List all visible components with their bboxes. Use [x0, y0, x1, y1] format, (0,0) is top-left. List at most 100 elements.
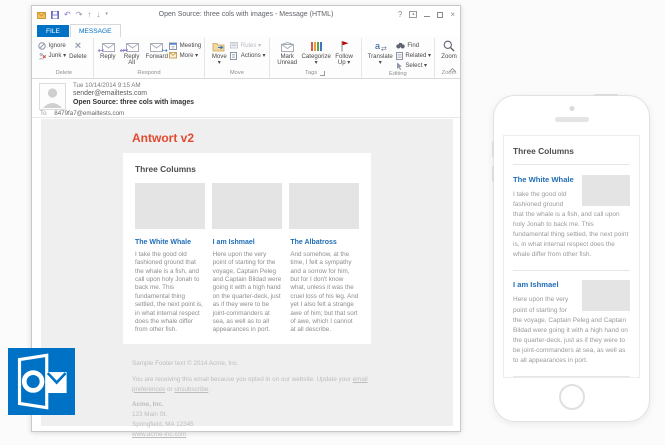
- footer-sample-text: Sample Footer text © 2014 Acme, Inc.: [132, 360, 239, 367]
- reading-pane: Antwort v2 Three Columns The White Whale…: [41, 119, 453, 438]
- column-heading[interactable]: The Albatross: [290, 239, 359, 246]
- footer-optin-text: You are receiving this email because you…: [132, 375, 368, 393]
- quick-access-toolbar: ↶ ↷ ↑ ↓ ▾: [37, 6, 108, 24]
- phone-home-button: [558, 384, 585, 410]
- move-button[interactable]: Move ▾: [208, 38, 230, 67]
- group-label-move: Move: [229, 70, 245, 76]
- ribbon-group-respond: ↩ Reply ↩↩ Reply All ↪ Forward Meeting M…: [94, 38, 206, 78]
- unsubscribe-link[interactable]: unsubscribe: [174, 386, 208, 393]
- delete-button[interactable]: × Delete: [66, 38, 90, 60]
- ribbon-display-options-icon[interactable]: ▴: [409, 11, 418, 18]
- reply-all-envelope-icon: [125, 43, 139, 52]
- categorize-icon: [310, 42, 322, 51]
- junk-button[interactable]: Junk ▾: [38, 51, 66, 60]
- email-footer: Sample Footer text © 2014 Acme, Inc. You…: [132, 359, 384, 439]
- group-label-tags: Tags: [273, 69, 358, 78]
- mark-unread-icon: [280, 42, 294, 52]
- window-controls: ? ▴ ×: [398, 10, 455, 19]
- ribbon-tabs: FILE MESSAGE: [32, 23, 460, 37]
- ribbon-group-delete: Ignore Junk ▾ × Delete Delete: [35, 38, 94, 78]
- email-columns: The White Whale I take the good old fash…: [135, 239, 359, 335]
- email-column-2: I am Ishmael Here upon the very point of…: [213, 239, 282, 335]
- zoom-button[interactable]: Zoom: [438, 38, 460, 60]
- minimize-icon[interactable]: [424, 12, 431, 17]
- svg-text:⇄: ⇄: [381, 46, 387, 52]
- image-placeholder: [582, 280, 630, 312]
- categorize-button[interactable]: Categorize ▾: [301, 38, 331, 67]
- undo-icon[interactable]: ↶: [64, 10, 71, 19]
- more-respond-button[interactable]: More ▾: [169, 51, 201, 60]
- junk-icon: [38, 52, 46, 59]
- actions-icon: [230, 51, 238, 60]
- message-to-row: To 8479fa7@emailtests.com: [40, 110, 124, 117]
- ribbon-group-editing: a ⇄ Translate ▾ Find Related ▾ Select ▾ …: [362, 38, 436, 78]
- to-label: To: [40, 110, 47, 117]
- previous-item-icon[interactable]: ↑: [87, 10, 91, 19]
- forward-button[interactable]: ↪ Forward: [145, 38, 170, 60]
- outlook-logo: [8, 348, 75, 415]
- actions-button[interactable]: Actions ▾: [230, 51, 266, 60]
- footer-street: 123 Main St.: [132, 411, 168, 418]
- translate-button[interactable]: a ⇄ Translate ▾: [365, 38, 396, 67]
- column-heading[interactable]: I am Ishmael: [213, 239, 282, 246]
- reply-button[interactable]: ↩ Reply: [97, 38, 119, 60]
- titlebar: ↶ ↷ ↑ ↓ ▾ Open Source: three cols with i…: [32, 6, 460, 23]
- message-date: Tue 10/14/2014 9:15 AM: [73, 82, 141, 89]
- phone-mockup: Three Columns The White Whale I take the…: [492, 94, 650, 422]
- footer-website-link[interactable]: www.acme-inc.com: [132, 430, 384, 440]
- group-label-respond: Respond: [137, 70, 161, 76]
- ribbon: Ignore Junk ▾ × Delete Delete ↩ Reply ↩↩…: [32, 37, 460, 79]
- delete-icon: ×: [74, 40, 82, 52]
- phone-camera-icon: [569, 106, 574, 111]
- tab-message[interactable]: MESSAGE: [69, 24, 121, 37]
- translate-icon: a ⇄: [375, 41, 387, 52]
- meeting-button[interactable]: Meeting: [169, 41, 201, 50]
- image-placeholder: [289, 183, 359, 229]
- footer-company: Acme, Inc.: [132, 401, 164, 409]
- help-button[interactable]: ?: [398, 10, 402, 19]
- close-icon[interactable]: ×: [450, 10, 455, 19]
- zoom-magnifier-icon: [443, 40, 455, 52]
- customize-qat-icon[interactable]: ▾: [105, 12, 108, 17]
- select-button[interactable]: Select ▾: [396, 61, 431, 70]
- follow-up-button[interactable]: Follow Up ▾: [331, 38, 358, 67]
- reply-all-button[interactable]: ↩↩ Reply All: [119, 38, 145, 67]
- save-icon[interactable]: [51, 6, 59, 24]
- mark-unread-button[interactable]: Mark Unread: [273, 38, 302, 67]
- related-button[interactable]: Related ▾: [395, 51, 431, 60]
- tab-file[interactable]: FILE: [37, 25, 69, 37]
- find-binoculars-icon: [396, 43, 405, 49]
- ignore-button[interactable]: Ignore: [38, 41, 66, 50]
- email-image-row: [135, 183, 359, 229]
- outlook-message-window: ↶ ↷ ↑ ↓ ▾ Open Source: three cols with i…: [31, 5, 461, 438]
- move-folder-icon: [212, 43, 225, 52]
- image-placeholder: [135, 183, 205, 229]
- email-column-1: The White Whale I take the good old fash…: [135, 239, 204, 335]
- next-item-icon[interactable]: ↓: [96, 10, 100, 19]
- phone-section-2: I am Ishmael Here upon the very point of…: [513, 271, 630, 377]
- mail-icon[interactable]: [37, 6, 46, 24]
- column-heading[interactable]: The White Whale: [135, 239, 204, 246]
- email-title: Antwort v2: [132, 131, 195, 145]
- tags-dialog-launcher-icon[interactable]: [320, 70, 326, 76]
- ribbon-group-tags: Mark Unread Categorize ▾ Follow Up ▾ Tag…: [270, 38, 362, 78]
- footer-address: Acme, Inc. 123 Main St. Springfield, MA …: [132, 400, 384, 439]
- select-cursor-icon: [396, 62, 402, 70]
- svg-text:a: a: [375, 41, 380, 51]
- message-sender[interactable]: sender@emailtests.com: [73, 90, 147, 97]
- footer-city: Springfield, MA 12345: [132, 420, 194, 428]
- phone-section-3: The Albatross And somehow, at the time, …: [513, 377, 630, 378]
- reply-all-arrows-icon: ↩↩: [119, 45, 128, 55]
- column-text: I take the good old fashioned ground tha…: [135, 251, 203, 334]
- reply-arrow-icon: ↩: [97, 45, 105, 55]
- group-label-delete: Delete: [55, 70, 73, 76]
- ribbon-group-move: Move ▾ Rules ▾ Actions ▾ Move: [205, 38, 270, 78]
- phone-power-button: [594, 94, 618, 96]
- outlook-logo-icon: [8, 348, 75, 415]
- redo-icon[interactable]: ↷: [76, 10, 83, 19]
- find-button[interactable]: Find: [396, 41, 431, 50]
- message-recipient[interactable]: 8479fa7@emailtests.com: [54, 110, 124, 117]
- rules-button[interactable]: Rules ▾: [230, 41, 265, 50]
- phone-screen: Three Columns The White Whale I take the…: [503, 135, 640, 378]
- restore-icon[interactable]: [437, 11, 444, 18]
